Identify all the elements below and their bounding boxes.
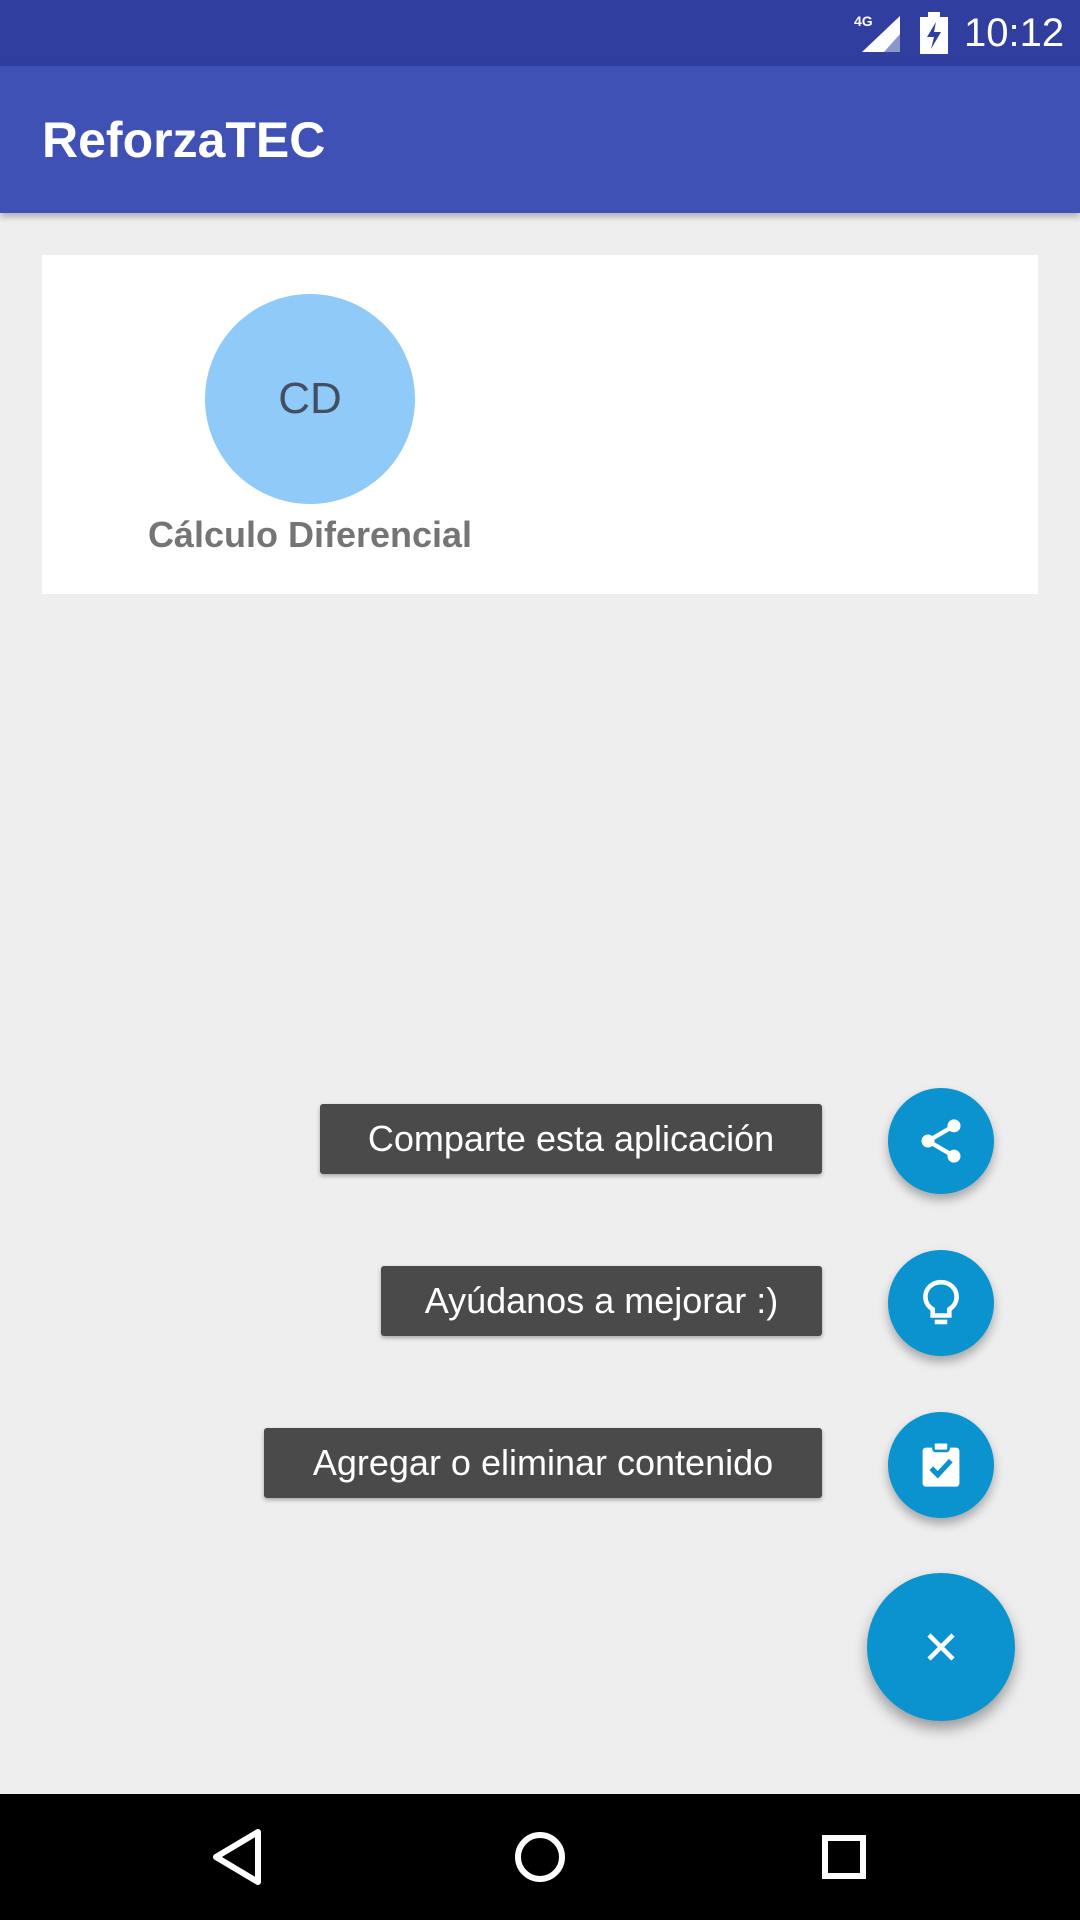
share-icon bbox=[921, 1119, 961, 1163]
status-bar: 4G 10:12 bbox=[0, 0, 1080, 66]
svg-text:4G: 4G bbox=[854, 13, 873, 29]
close-icon bbox=[927, 1633, 955, 1661]
share-app-label[interactable]: Comparte esta aplicación bbox=[320, 1104, 822, 1174]
recents-icon bbox=[822, 1835, 866, 1879]
manage-content-button[interactable] bbox=[888, 1412, 994, 1518]
home-icon bbox=[515, 1832, 565, 1882]
feedback-label[interactable]: Ayúdanos a mejorar :) bbox=[381, 1266, 822, 1336]
course-avatar: CD bbox=[205, 294, 415, 504]
battery-charging-icon bbox=[920, 12, 948, 54]
feedback-button[interactable] bbox=[888, 1250, 994, 1356]
lightbulb-icon bbox=[923, 1279, 959, 1325]
manage-content-label[interactable]: Agregar o eliminar contenido bbox=[264, 1428, 822, 1498]
back-icon bbox=[213, 1829, 261, 1885]
nav-recents-button[interactable] bbox=[799, 1812, 889, 1902]
fab-close-button[interactable] bbox=[867, 1573, 1015, 1721]
clipboard-check-icon bbox=[922, 1440, 960, 1487]
signal-4g-icon: 4G bbox=[854, 13, 900, 52]
app-bar: ReforzaTEC bbox=[0, 66, 1080, 213]
share-app-button[interactable] bbox=[888, 1088, 994, 1194]
course-name: Cálculo Diferencial bbox=[147, 514, 473, 555]
app-title: ReforzaTEC bbox=[42, 112, 326, 168]
screen: 4G 10:12 ReforzaTEC CD Cálculo Diferenci… bbox=[0, 0, 1080, 1920]
nav-back-button[interactable] bbox=[192, 1812, 282, 1902]
navigation-bar bbox=[0, 1794, 1080, 1920]
course-initials: CD bbox=[278, 374, 342, 423]
course-card: CD Cálculo Diferencial bbox=[42, 255, 1038, 594]
course-item[interactable]: CD Cálculo Diferencial bbox=[42, 255, 578, 594]
nav-home-button[interactable] bbox=[495, 1812, 585, 1902]
status-time: 10:12 bbox=[964, 11, 1065, 55]
